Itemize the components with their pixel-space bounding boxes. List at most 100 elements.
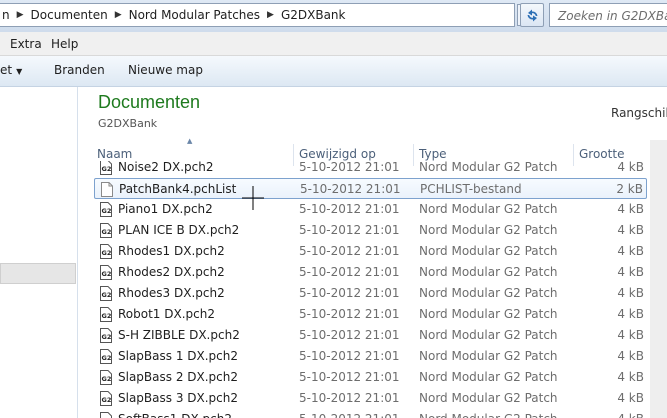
menu-help[interactable]: Help bbox=[51, 37, 78, 51]
file-row[interactable]: G2 Rhodes2 DX.pch2 5-10-2012 21:01 Nord Mod… bbox=[94, 262, 647, 283]
file-date: 5-10-2012 21:01 bbox=[299, 412, 400, 418]
g2-patch-file-icon: G2 bbox=[100, 161, 112, 175]
file-size: 4 kB bbox=[617, 202, 644, 216]
file-date: 5-10-2012 21:01 bbox=[299, 391, 400, 405]
g2-patch-file-icon: G2 bbox=[100, 349, 112, 364]
address-bar[interactable]: n ▶ Documenten ▶ Nord Modular Patches ▶ … bbox=[0, 3, 515, 27]
svg-text:G2: G2 bbox=[102, 270, 112, 278]
file-type: PCHLIST-bestand bbox=[420, 182, 522, 196]
file-name: Noise2 DX.pch2 bbox=[118, 161, 214, 174]
file-name: Rhodes3 DX.pch2 bbox=[118, 286, 225, 300]
file-row[interactable]: G2 Rhodes3 DX.pch2 5-10-2012 21:01 Nord Mod… bbox=[94, 283, 647, 304]
crosshair-cursor-icon bbox=[242, 186, 264, 210]
chevron-down-icon: ▼ bbox=[16, 67, 23, 76]
file-size: 4 kB bbox=[617, 286, 644, 300]
file-type: Nord Modular G2 Patch bbox=[419, 412, 558, 418]
g2-patch-file-icon: G2 bbox=[100, 391, 112, 406]
navigation-pane[interactable] bbox=[0, 87, 78, 418]
burn-button[interactable]: Branden bbox=[54, 63, 105, 77]
svg-text:G2: G2 bbox=[102, 375, 112, 383]
file-size: 4 kB bbox=[617, 349, 644, 363]
g2-patch-file-icon: G2 bbox=[100, 244, 112, 259]
breadcrumb-parent[interactable]: n bbox=[0, 8, 12, 22]
file-date: 5-10-2012 21:01 bbox=[299, 286, 400, 300]
command-bar: et ▼ Branden Nieuwe map bbox=[0, 56, 667, 87]
svg-text:G2: G2 bbox=[102, 312, 112, 320]
file-size: 4 kB bbox=[617, 307, 644, 321]
file-name: SlapBass 3 DX.pch2 bbox=[118, 391, 239, 405]
svg-text:G2: G2 bbox=[102, 249, 112, 257]
breadcrumb-arrow-icon[interactable]: ▶ bbox=[12, 10, 29, 20]
blank-file-icon bbox=[101, 182, 113, 197]
file-size: 4 kB bbox=[617, 265, 644, 279]
file-size: 4 kB bbox=[617, 161, 644, 174]
file-type: Nord Modular G2 Patch bbox=[419, 244, 558, 258]
file-name: Piano1 DX.pch2 bbox=[118, 202, 213, 216]
column-header-modified[interactable]: Gewijzigd op bbox=[299, 147, 376, 161]
refresh-button[interactable] bbox=[520, 3, 544, 27]
file-type: Nord Modular G2 Patch bbox=[419, 223, 558, 237]
nav-selected-item[interactable] bbox=[0, 263, 76, 284]
file-type: Nord Modular G2 Patch bbox=[419, 161, 558, 174]
file-row[interactable]: G2 SlapBass 2 DX.pch2 5-10-2012 21:01 Nord … bbox=[94, 367, 647, 388]
file-name: SlapBass 2 DX.pch2 bbox=[118, 370, 239, 384]
file-row[interactable]: PatchBank4.pchList 5-10-2012 21:01 PCHLIST… bbox=[94, 178, 647, 199]
file-name: Rhodes2 DX.pch2 bbox=[118, 265, 225, 279]
file-row[interactable]: G2 SlapBass 1 DX.pch2 5-10-2012 21:01 Nord … bbox=[94, 346, 647, 367]
column-header-name[interactable]: Naam bbox=[97, 147, 132, 161]
svg-text:G2: G2 bbox=[102, 354, 112, 362]
breadcrumb-arrow-icon[interactable]: ▶ bbox=[262, 10, 279, 20]
menu-extra[interactable]: Extra bbox=[10, 37, 42, 51]
file-size: 2 kB bbox=[616, 182, 643, 196]
file-row[interactable]: G2 Rhodes1 DX.pch2 5-10-2012 21:01 Nord Mod… bbox=[94, 241, 647, 262]
column-header-type[interactable]: Type bbox=[419, 147, 447, 161]
file-name: SlapBass 1 DX.pch2 bbox=[118, 349, 239, 363]
file-type: Nord Modular G2 Patch bbox=[419, 370, 558, 384]
file-type: Nord Modular G2 Patch bbox=[419, 391, 558, 405]
organize-button[interactable]: et ▼ bbox=[0, 63, 22, 77]
file-row[interactable]: G2 Piano1 DX.pch2 5-10-2012 21:01 Nord Modu… bbox=[94, 199, 647, 220]
library-title: Documenten bbox=[98, 92, 201, 112]
file-name: PatchBank4.pchList bbox=[119, 182, 237, 196]
file-date: 5-10-2012 21:01 bbox=[299, 370, 400, 384]
file-row[interactable]: G2 Noise2 DX.pch2 5-10-2012 21:01 Nord Modu… bbox=[94, 161, 647, 178]
vertical-scrollbar[interactable] bbox=[650, 140, 667, 418]
refresh-icon bbox=[527, 9, 538, 22]
column-header-size[interactable]: Grootte bbox=[579, 147, 624, 161]
svg-text:G2: G2 bbox=[102, 207, 112, 215]
breadcrumb-nord-modular-patches[interactable]: Nord Modular Patches bbox=[127, 8, 262, 22]
file-date: 5-10-2012 21:01 bbox=[299, 328, 400, 342]
file-row[interactable]: G2 S-H ZIBBLE DX.pch2 5-10-2012 21:01 Nord … bbox=[94, 325, 647, 346]
g2-patch-file-icon: G2 bbox=[100, 307, 112, 322]
breadcrumb-g2dxbank[interactable]: G2DXBank bbox=[279, 8, 348, 22]
g2-patch-file-icon: G2 bbox=[100, 370, 112, 385]
search-input[interactable]: Zoeken in G2DXBank bbox=[549, 3, 667, 27]
file-date: 5-10-2012 21:01 bbox=[299, 223, 400, 237]
new-folder-button[interactable]: Nieuwe map bbox=[128, 63, 203, 77]
file-row[interactable]: G2 PLAN ICE B DX.pch2 5-10-2012 21:01 Nord … bbox=[94, 220, 647, 241]
search-placeholder: Zoeken in G2DXBank bbox=[558, 9, 667, 23]
g2-patch-file-icon: G2 bbox=[100, 328, 112, 343]
file-date: 5-10-2012 21:01 bbox=[299, 244, 400, 258]
file-date: 5-10-2012 21:01 bbox=[300, 182, 401, 196]
file-name: Robot1 DX.pch2 bbox=[118, 307, 215, 321]
file-size: 4 kB bbox=[617, 370, 644, 384]
file-size: 4 kB bbox=[617, 391, 644, 405]
breadcrumb-documenten[interactable]: Documenten bbox=[29, 8, 110, 22]
svg-text:G2: G2 bbox=[102, 396, 112, 404]
file-type: Nord Modular G2 Patch bbox=[419, 349, 558, 363]
g2-patch-file-icon: G2 bbox=[100, 286, 112, 301]
organize-label: et bbox=[0, 63, 13, 77]
file-row[interactable]: G2 Robot1 DX.pch2 5-10-2012 21:01 Nord Modu… bbox=[94, 304, 647, 325]
file-list[interactable]: G2 Noise2 DX.pch2 5-10-2012 21:01 Nord Modu… bbox=[94, 161, 647, 418]
arrange-by-label[interactable]: Rangschik bbox=[611, 106, 667, 120]
file-row[interactable]: G2 SoftBass1 DX.pch2 5-10-2012 21:01 Nord M… bbox=[94, 409, 647, 418]
breadcrumb-arrow-icon[interactable]: ▶ bbox=[110, 10, 127, 20]
svg-text:G2: G2 bbox=[102, 228, 112, 236]
file-date: 5-10-2012 21:01 bbox=[299, 202, 400, 216]
file-row[interactable]: G2 SlapBass 3 DX.pch2 5-10-2012 21:01 Nord … bbox=[94, 388, 647, 409]
file-name: PLAN ICE B DX.pch2 bbox=[118, 223, 240, 237]
library-subtitle: G2DXBank bbox=[98, 117, 158, 130]
sort-ascending-icon: ▲ bbox=[187, 137, 193, 145]
g2-patch-file-icon: G2 bbox=[100, 412, 112, 418]
